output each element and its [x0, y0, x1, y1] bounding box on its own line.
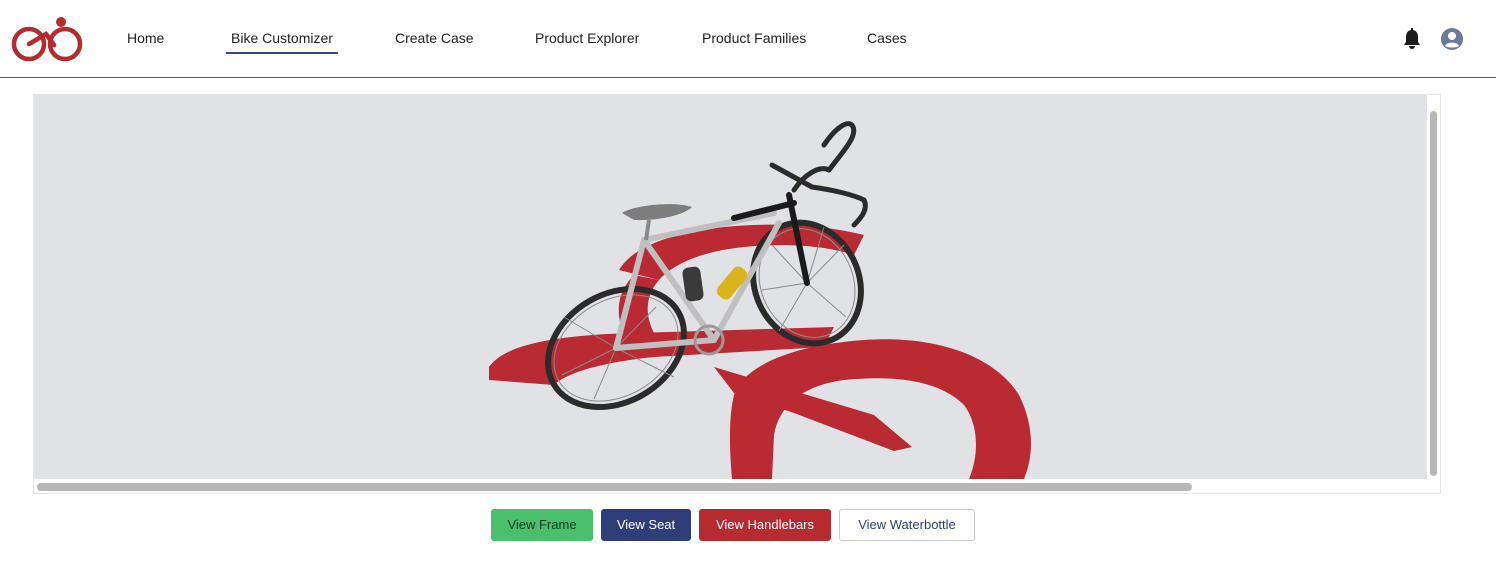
nav-item-product-families[interactable]: Product Families	[702, 30, 806, 54]
bike-3d-viewer[interactable]	[33, 94, 1441, 494]
bike-3d-scene[interactable]	[34, 95, 1427, 479]
horizontal-scrollbar[interactable]	[37, 483, 1192, 491]
nav-item-create-case[interactable]: Create Case	[395, 30, 474, 54]
bike-logo-icon[interactable]	[10, 14, 84, 64]
nav-item-bike-customizer[interactable]: Bike Customizer	[226, 30, 338, 54]
view-buttons-row: View Frame View Seat View Handlebars Vie…	[0, 509, 1496, 541]
user-avatar-icon[interactable]	[1440, 27, 1464, 51]
view-seat-button[interactable]: View Seat	[601, 509, 691, 541]
nav-item-cases[interactable]: Cases	[867, 30, 907, 54]
nav-item-home[interactable]: Home	[127, 30, 164, 54]
vertical-scrollbar[interactable]	[1430, 111, 1437, 476]
view-handlebars-button[interactable]: View Handlebars	[699, 509, 831, 541]
bell-icon[interactable]	[1402, 28, 1422, 50]
view-waterbottle-button[interactable]: View Waterbottle	[839, 509, 975, 541]
view-frame-button[interactable]: View Frame	[491, 509, 593, 541]
top-navigation-bar: Home Bike Customizer Create Case Product…	[0, 0, 1496, 78]
nav-item-product-explorer[interactable]: Product Explorer	[535, 30, 639, 54]
bike-model-render	[489, 121, 1031, 479]
